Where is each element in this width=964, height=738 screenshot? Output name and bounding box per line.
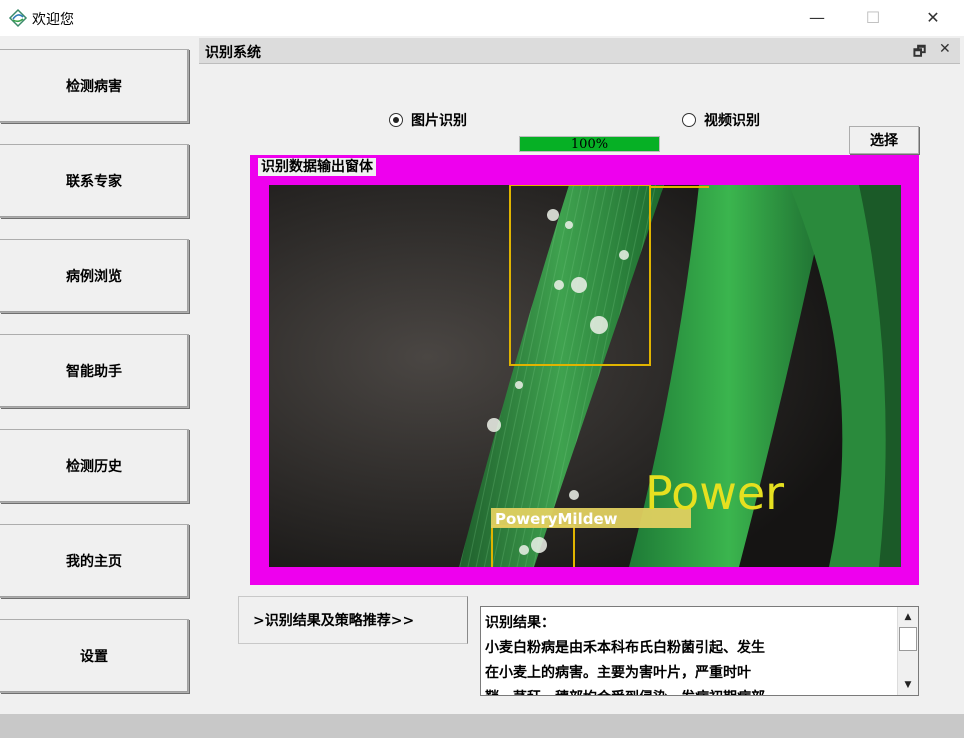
- sidebar-item-contact-expert[interactable]: 联系专家: [0, 144, 189, 218]
- app-leaf-icon: [8, 8, 28, 28]
- scroll-up-icon[interactable]: ▲: [899, 608, 917, 626]
- sidebar-item-label: 检测病害: [66, 79, 122, 95]
- overlay-text: Power: [645, 466, 784, 520]
- sidebar-item-smart-assistant[interactable]: 智能助手: [0, 334, 189, 408]
- scroll-thumb[interactable]: [899, 627, 917, 651]
- sidebar-item-settings[interactable]: 设置: [0, 619, 189, 693]
- result-textbox[interactable]: 识别结果： 小麦白粉病是由禾本科布氏白粉菌引起、发生 在小麦上的病害。主要为害叶…: [480, 606, 919, 696]
- radio-unchecked-icon: [682, 113, 696, 127]
- result-line: 鞘、茎秆、穗部均会受到侵染。发病初期病部: [485, 686, 895, 695]
- progress-bar: 100%: [519, 136, 660, 152]
- result-line: 识别结果：: [485, 615, 555, 631]
- result-tab[interactable]: >识别结果及策略推荐>>: [238, 596, 468, 644]
- minimize-button[interactable]: —: [794, 0, 840, 34]
- close-button[interactable]: ✕: [910, 0, 956, 34]
- detection-label: PoweryMildew: [495, 510, 618, 528]
- sidebar-item-label: 病例浏览: [66, 269, 122, 285]
- output-frame: PoweryMildew Power: [250, 155, 919, 585]
- video-recognition-radio[interactable]: 视频识别: [682, 110, 760, 130]
- sidebar-item-case-browse[interactable]: 病例浏览: [0, 239, 189, 313]
- sidebar-item-label: 设置: [80, 649, 108, 665]
- sidebar-item-label: 检测历史: [66, 459, 122, 475]
- sidebar-item-detect-history[interactable]: 检测历史: [0, 429, 189, 503]
- subwindow-title: 识别系统: [205, 45, 261, 61]
- result-line: 小麦白粉病是由禾本科布氏白粉菌引起、发生: [485, 640, 765, 656]
- radio-checked-icon: [389, 113, 403, 127]
- result-scrollbar[interactable]: ▲ ▼: [897, 607, 918, 695]
- select-button[interactable]: 选择: [849, 126, 919, 154]
- window-titlebar: 欢迎您 — ☐ ✕: [0, 0, 964, 36]
- sidebar-item-detect-disease[interactable]: 检测病害: [0, 49, 189, 123]
- progress-text: 100%: [570, 137, 609, 152]
- result-text: 识别结果： 小麦白粉病是由禾本科布氏白粉菌引起、发生 在小麦上的病害。主要为害叶…: [485, 611, 895, 695]
- restore-icon[interactable]: 🗗: [913, 41, 926, 65]
- detection-image: PoweryMildew Power: [269, 185, 901, 567]
- video-recognition-label: 视频识别: [704, 113, 760, 129]
- image-recognition-label: 图片识别: [411, 113, 467, 129]
- sidebar-item-my-home[interactable]: 我的主页: [0, 524, 189, 598]
- sidebar-item-label: 智能助手: [66, 364, 122, 380]
- window-title: 欢迎您: [32, 12, 74, 28]
- subwindow-titlebar: 识别系统 🗗 ✕: [199, 38, 960, 64]
- maximize-button[interactable]: ☐: [850, 0, 896, 34]
- image-recognition-radio[interactable]: 图片识别: [389, 110, 467, 130]
- result-tab-label: >识别结果及策略推荐>>: [253, 613, 415, 629]
- sidebar-item-label: 联系专家: [66, 174, 122, 190]
- bottom-strip: [0, 714, 964, 738]
- leaf-image: PoweryMildew Power: [269, 185, 901, 567]
- sidebar-item-label: 我的主页: [66, 554, 122, 570]
- output-group-label: 识别数据输出窗体: [258, 158, 376, 176]
- scroll-down-icon[interactable]: ▼: [899, 676, 917, 694]
- subwindow-close-icon[interactable]: ✕: [939, 41, 951, 57]
- result-line: 在小麦上的病害。主要为害叶片，严重时叶: [485, 665, 751, 681]
